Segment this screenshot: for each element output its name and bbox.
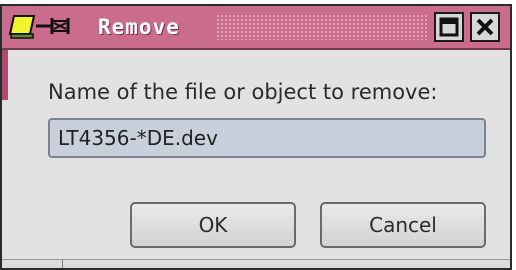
bottom-edge-tick <box>62 260 63 268</box>
window-bottom-edge <box>2 259 510 268</box>
maximize-button[interactable] <box>434 12 464 42</box>
ok-button[interactable]: OK <box>130 202 296 248</box>
window-title: Remove <box>98 15 180 39</box>
close-button[interactable] <box>470 12 500 42</box>
prompt-label: Name of the file or object to remove: <box>48 80 438 104</box>
window-left-accent <box>2 50 8 100</box>
close-icon <box>476 18 494 36</box>
remove-dialog-window: Remove Name of the file or object to rem… <box>0 4 512 270</box>
app-icon[interactable] <box>8 12 84 42</box>
title-bar[interactable]: Remove <box>2 6 510 50</box>
title-bar-pattern <box>216 14 428 40</box>
maximize-icon <box>439 17 459 37</box>
file-name-input[interactable] <box>48 118 486 158</box>
cancel-button[interactable]: Cancel <box>320 202 486 248</box>
